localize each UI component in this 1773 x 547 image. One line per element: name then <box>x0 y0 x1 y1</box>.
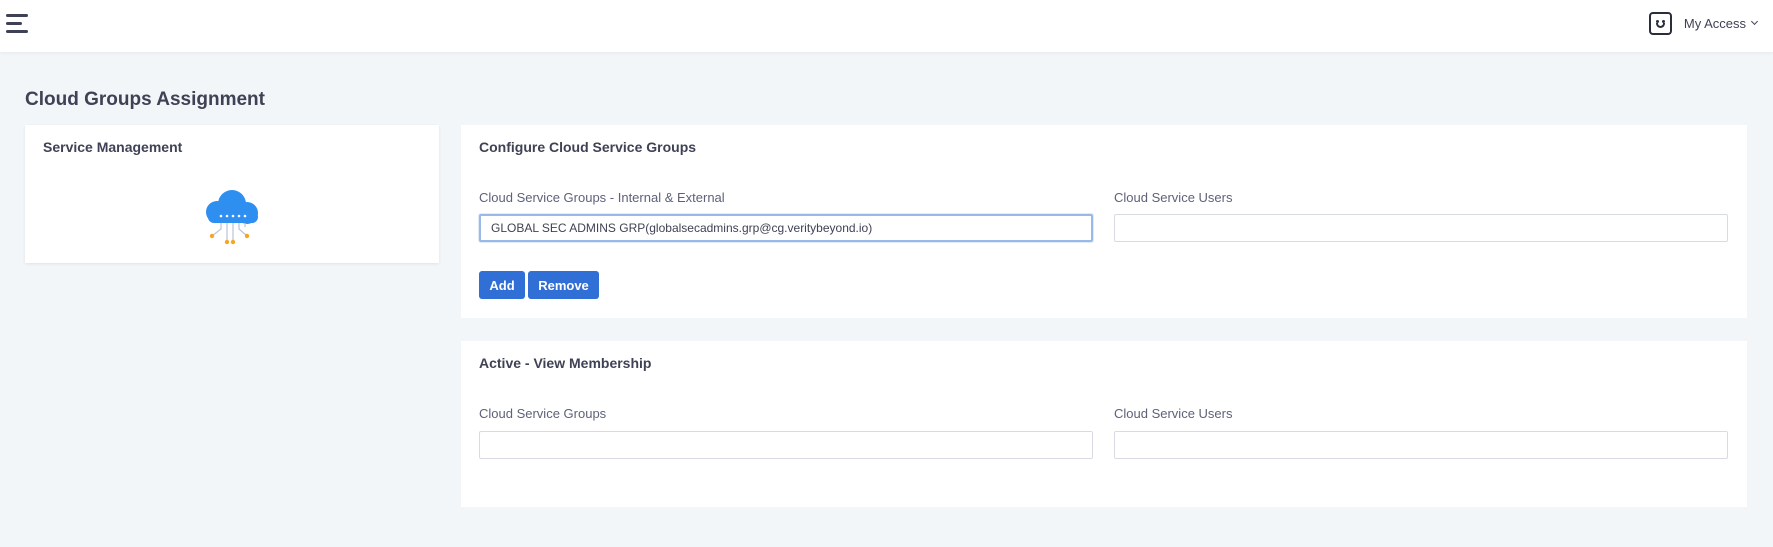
page-title: Cloud Groups Assignment <box>25 89 265 110</box>
remove-button[interactable]: Remove <box>528 271 599 299</box>
membership-groups-label: Cloud Service Groups <box>479 406 607 421</box>
groups-field-label: Cloud Service Groups - Internal & Extern… <box>479 190 725 205</box>
membership-groups-field[interactable] <box>479 431 1093 459</box>
user-menu-dropdown[interactable]: My Access <box>1648 11 1759 35</box>
configure-groups-title: Configure Cloud Service Groups <box>479 139 697 155</box>
smiley-face-icon <box>1648 11 1672 35</box>
membership-users-label: Cloud Service Users <box>1114 406 1233 421</box>
hamburger-menu-icon[interactable] <box>6 14 30 34</box>
users-field-label: Cloud Service Users <box>1114 190 1233 205</box>
service-management-card: Service Management <box>25 125 439 263</box>
users-input[interactable] <box>1114 214 1728 242</box>
groups-input[interactable] <box>479 214 1093 242</box>
top-navbar: My Access <box>0 0 1773 52</box>
active-membership-title: Active - View Membership <box>479 355 652 371</box>
cloud-network-icon <box>206 190 258 245</box>
add-button[interactable]: Add <box>479 271 525 299</box>
service-management-title: Service Management <box>43 139 183 155</box>
configure-groups-card: Configure Cloud Service Groups Cloud Ser… <box>461 125 1747 318</box>
chevron-down-icon[interactable] <box>1750 17 1759 26</box>
user-menu-label[interactable]: My Access <box>1684 16 1746 31</box>
active-membership-card: Active - View Membership Cloud Service G… <box>461 341 1747 507</box>
membership-users-field[interactable] <box>1114 431 1728 459</box>
